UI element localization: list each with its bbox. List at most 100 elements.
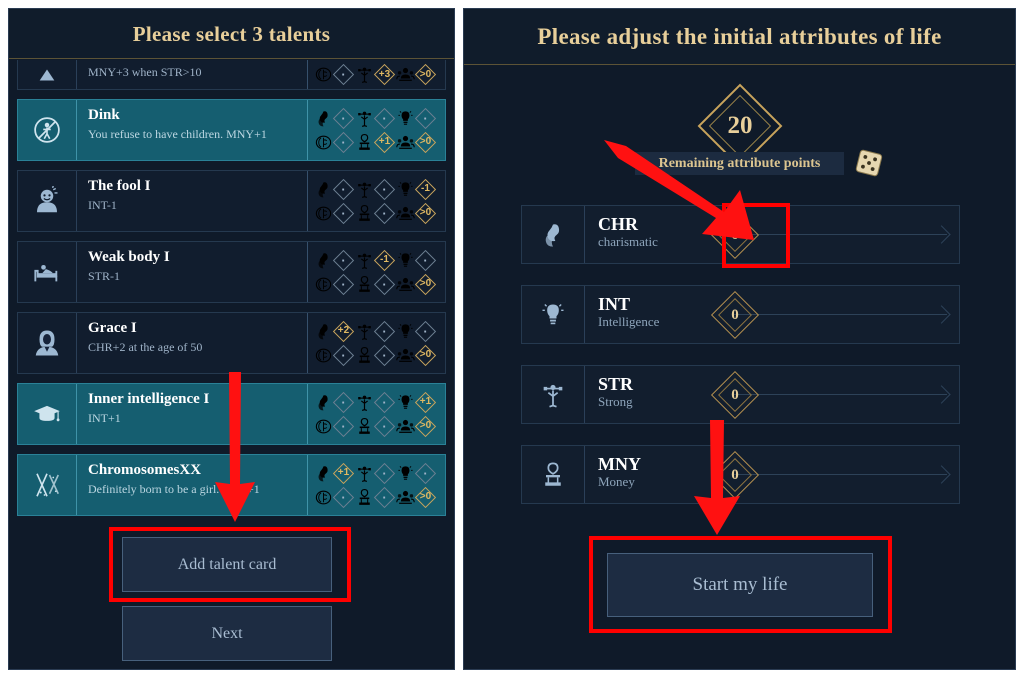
intelligence-icon bbox=[522, 286, 585, 343]
stat-value-text: · bbox=[382, 205, 387, 221]
stat-pair: · bbox=[396, 249, 437, 271]
attribute-abbr: MNY bbox=[598, 454, 641, 474]
stat-pair: · bbox=[355, 107, 396, 129]
brain-cloud-icon bbox=[314, 65, 333, 84]
talent-card[interactable]: The fool I INT-1 · · -1 · · >0 bbox=[17, 170, 446, 232]
slider-knob[interactable]: 0 bbox=[710, 370, 760, 420]
stat-pair: · bbox=[314, 486, 355, 508]
stat-value-text: >0 bbox=[419, 278, 432, 289]
stat-pair: +1 bbox=[355, 131, 396, 153]
stat-value: · bbox=[332, 273, 355, 295]
money-icon bbox=[355, 133, 374, 152]
stat-value-text: · bbox=[382, 418, 387, 434]
stat-value-text: >0 bbox=[419, 136, 432, 147]
stat-pair: · bbox=[396, 107, 437, 129]
talent-card[interactable]: Grace I CHR+2 at the age of 50 +2 · · · · >0 bbox=[17, 312, 446, 374]
attribute-labels: CHR charismatic bbox=[585, 206, 703, 263]
crowd-icon bbox=[396, 204, 415, 223]
crowd-icon bbox=[396, 346, 415, 365]
start-my-life-button[interactable]: Start my life bbox=[607, 553, 873, 617]
stat-value: · bbox=[414, 249, 437, 271]
dice-icon[interactable] bbox=[852, 146, 886, 180]
stat-row-top: +2 · · bbox=[314, 319, 437, 343]
stat-row-top: · · · bbox=[314, 106, 437, 130]
talent-card[interactable]: Weak body I STR-1 · -1 · · · >0 bbox=[17, 241, 446, 303]
attribute-labels: STR Strong bbox=[585, 366, 703, 423]
stat-value-text: +2 bbox=[337, 325, 350, 336]
attribute-row-int[interactable]: INT Intelligence 0 bbox=[521, 285, 960, 344]
slider-knob[interactable]: 0 bbox=[710, 450, 760, 500]
talent-stat-grid: · · · · +1 >0 bbox=[307, 100, 445, 160]
stat-pair: · bbox=[314, 249, 355, 271]
stat-pair: · bbox=[396, 320, 437, 342]
charisma-icon bbox=[314, 464, 333, 483]
charisma-icon bbox=[314, 322, 333, 341]
add-talent-card-button[interactable]: Add talent card bbox=[122, 537, 332, 592]
strength-icon bbox=[355, 393, 374, 412]
stat-pair: · bbox=[355, 178, 396, 200]
stat-value: · bbox=[332, 344, 355, 366]
stat-pair: >0 bbox=[396, 415, 437, 437]
talent-card[interactable]: MNY+3 when STR>10 · +3 >0 bbox=[17, 60, 446, 90]
stat-pair: · bbox=[355, 320, 396, 342]
slider-track[interactable] bbox=[733, 314, 947, 317]
stat-row-bottom: · · >0 bbox=[314, 272, 437, 296]
talent-name: Dink bbox=[88, 107, 120, 123]
crowd-icon bbox=[396, 133, 415, 152]
next-button[interactable]: Next bbox=[122, 606, 332, 661]
attribute-value: 0 bbox=[731, 306, 739, 323]
stat-value-text: · bbox=[382, 489, 387, 505]
stat-pair: · bbox=[314, 415, 355, 437]
stat-value-text: · bbox=[382, 347, 387, 363]
stat-value: >0 bbox=[414, 415, 437, 437]
page-title: Please select 3 talents bbox=[9, 9, 454, 59]
stat-value: · bbox=[332, 486, 355, 508]
stat-value-text: · bbox=[341, 110, 346, 126]
stat-value-text: · bbox=[341, 134, 346, 150]
attribute-row-chr[interactable]: CHR charismatic 0 bbox=[521, 205, 960, 264]
attribute-slider[interactable]: 0 bbox=[703, 206, 959, 263]
attribute-slider[interactable]: 0 bbox=[703, 366, 959, 423]
slider-knob[interactable]: 0 bbox=[710, 290, 760, 340]
stat-value: · bbox=[373, 107, 396, 129]
talent-card[interactable]: Dink You refuse to have children. MNY+1 · ·… bbox=[17, 99, 446, 161]
attribute-row-mny[interactable]: MNY Money 0 bbox=[521, 445, 960, 504]
stat-row-bottom: · +1 >0 bbox=[314, 130, 437, 154]
talent-text: Grace I CHR+2 at the age of 50 bbox=[77, 313, 307, 373]
brain-icon bbox=[314, 275, 333, 294]
slider-track[interactable] bbox=[733, 394, 947, 397]
stat-row-top: · · +1 bbox=[314, 390, 437, 414]
slider-track[interactable] bbox=[733, 474, 947, 477]
talent-name: The fool I bbox=[88, 178, 151, 194]
talent-card[interactable]: Inner intelligence I INT+1 · · +1 · · >0 bbox=[17, 383, 446, 445]
talent-name: ChromosomesXX bbox=[88, 462, 202, 478]
stat-value-text: · bbox=[341, 347, 346, 363]
stat-value-text: · bbox=[341, 67, 346, 82]
slider-track[interactable] bbox=[733, 234, 947, 237]
stat-value-text: -1 bbox=[380, 254, 389, 265]
talent-name: Inner intelligence I bbox=[88, 391, 210, 407]
talent-name: Grace I bbox=[88, 320, 137, 336]
stat-pair: · bbox=[396, 462, 437, 484]
stat-row-top: · -1 · bbox=[314, 248, 437, 272]
stat-pair: >0 bbox=[396, 63, 437, 86]
stat-row-bottom: · · >0 bbox=[314, 201, 437, 225]
stat-value-text: +1 bbox=[419, 396, 432, 407]
attribute-row-str[interactable]: STR Strong 0 bbox=[521, 365, 960, 424]
brain-icon bbox=[314, 346, 333, 365]
stat-pair: -1 bbox=[355, 249, 396, 271]
stat-value: >0 bbox=[414, 273, 437, 295]
charisma-icon bbox=[314, 393, 333, 412]
stat-value: -1 bbox=[373, 249, 396, 271]
slider-knob[interactable]: 0 bbox=[710, 210, 760, 260]
stat-pair: · bbox=[355, 202, 396, 224]
brain-icon bbox=[314, 204, 333, 223]
stat-row-bottom: · · >0 bbox=[314, 414, 437, 438]
attribute-slider[interactable]: 0 bbox=[703, 446, 959, 503]
talent-card[interactable]: ChromosomesXX Definitely born to be a gir… bbox=[17, 454, 446, 516]
stat-value: +1 bbox=[373, 131, 396, 153]
attribute-value: 0 bbox=[731, 386, 739, 403]
attribute-slider[interactable]: 0 bbox=[703, 286, 959, 343]
stat-value: >0 bbox=[414, 63, 437, 86]
stat-pair: · bbox=[355, 462, 396, 484]
